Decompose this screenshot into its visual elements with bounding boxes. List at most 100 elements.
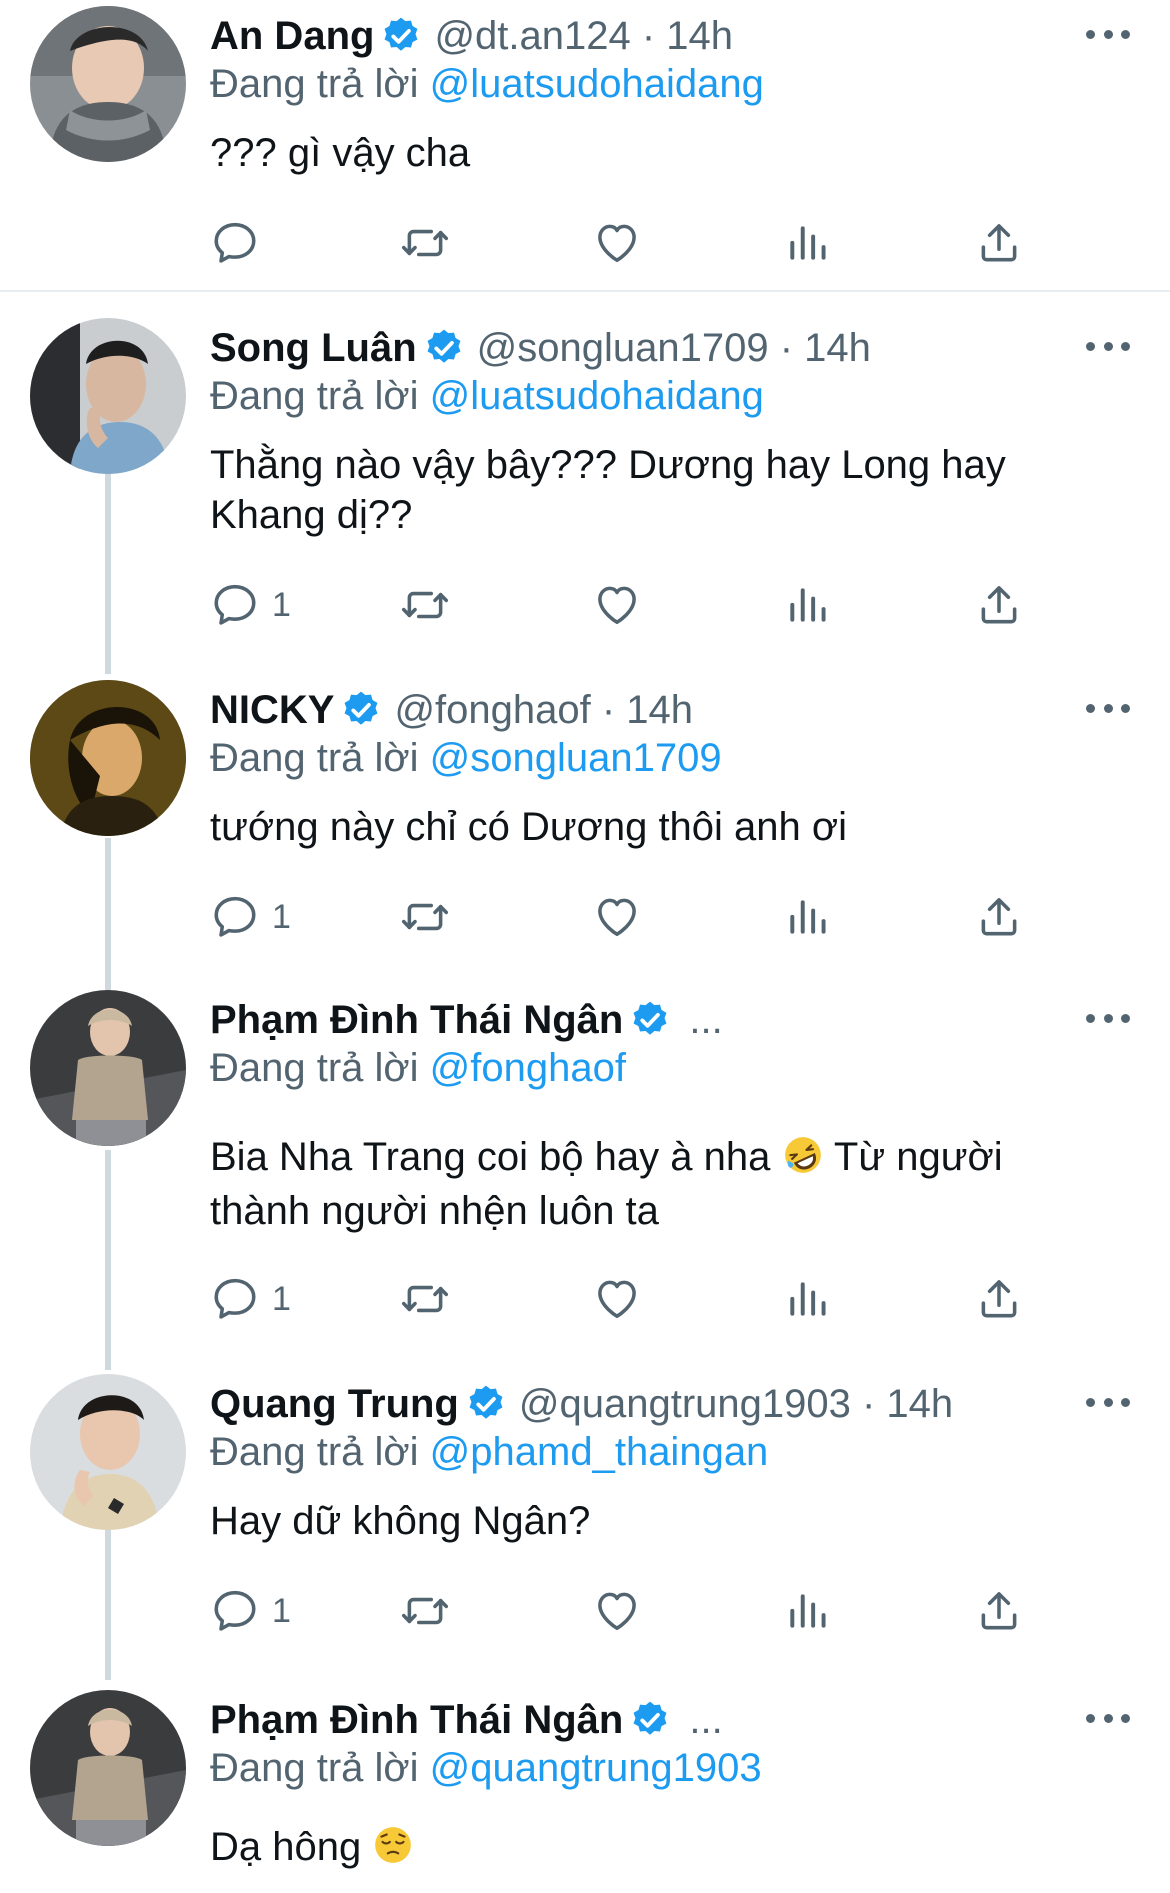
like-button[interactable] — [592, 892, 642, 942]
like-button[interactable] — [592, 218, 642, 268]
tweet-pham-dinh-thai-ngan[interactable]: Phạm Đình Thái Ngân ... Đang trả lời @fo… — [0, 980, 1170, 1350]
heart-icon — [592, 580, 642, 630]
avatar[interactable] — [30, 318, 186, 474]
views-button[interactable] — [782, 892, 832, 942]
more-options-button[interactable] — [1086, 22, 1130, 46]
reply-prefix: Đang trả lời — [210, 1746, 419, 1790]
share-button[interactable] — [974, 1586, 1024, 1636]
reply-count: 1 — [272, 1591, 291, 1630]
reply-to-link[interactable]: @luatsudohaidang — [430, 62, 764, 106]
reply-to-link[interactable]: @songluan1709 — [430, 736, 722, 780]
verified-badge-icon — [629, 999, 671, 1041]
display-name[interactable]: NICKY — [210, 688, 334, 733]
display-name[interactable]: Phạm Đình Thái Ngân — [210, 998, 623, 1043]
reply-to-link[interactable]: @phamd_thaingan — [430, 1430, 769, 1474]
reply-prefix: Đang trả lời — [210, 1430, 419, 1474]
reply-button[interactable]: 1 — [210, 892, 291, 942]
reply-to-link[interactable]: @fonghaof — [430, 1046, 626, 1090]
reply-button[interactable]: 1 — [210, 1274, 291, 1324]
more-dots-icon — [1086, 29, 1095, 39]
display-name[interactable]: Song Luân — [210, 326, 417, 371]
reply-button[interactable] — [210, 218, 272, 268]
more-dots-icon — [1103, 1397, 1113, 1407]
retweet-button[interactable] — [400, 892, 450, 942]
like-button[interactable] — [592, 1586, 642, 1636]
tweet-text-segment: Từ người — [833, 1135, 1003, 1179]
tweet-header: Song Luân @songluan1709 · 14h — [210, 324, 871, 372]
avatar[interactable] — [30, 6, 186, 162]
tweet-an-dang[interactable]: An Dang @dt.an124 · 14h Đang trả lời @lu… — [0, 0, 1170, 290]
verified-badge-icon — [340, 689, 382, 731]
tweet-text-segment: Dạ hông — [210, 1825, 362, 1869]
views-icon — [782, 580, 832, 630]
tweet-actions: 1 — [210, 892, 1030, 942]
more-dots-icon — [1086, 1713, 1095, 1723]
views-button[interactable] — [782, 1586, 832, 1636]
more-dots-icon — [1086, 1397, 1095, 1407]
rolling-on-floor-laughing-emoji — [784, 1137, 821, 1173]
retweet-button[interactable] — [400, 1586, 450, 1636]
handle-and-time[interactable]: @songluan1709 · 14h — [477, 326, 871, 371]
share-button[interactable] — [974, 218, 1024, 268]
avatar[interactable] — [30, 1690, 186, 1846]
tweet-nicky[interactable]: NICKY @fonghaof · 14h Đang trả lời @song… — [0, 670, 1170, 970]
tweet-quang-trung[interactable]: Quang Trung @quangtrung1903 · 14h Đang t… — [0, 1360, 1170, 1670]
more-options-button[interactable] — [1086, 1006, 1130, 1030]
verified-badge-icon — [423, 327, 465, 369]
more-options-button[interactable] — [1086, 1706, 1130, 1730]
share-button[interactable] — [974, 892, 1024, 942]
share-button[interactable] — [974, 1274, 1024, 1324]
display-name[interactable]: Quang Trung — [210, 1382, 459, 1427]
views-button[interactable] — [782, 580, 832, 630]
like-button[interactable] — [592, 580, 642, 630]
retweet-button[interactable] — [400, 1274, 450, 1324]
views-icon — [782, 1586, 832, 1636]
reply-to-link[interactable]: @luatsudohaidang — [430, 374, 764, 418]
reply-icon — [210, 218, 260, 268]
retweet-button[interactable] — [400, 580, 450, 630]
display-name[interactable]: An Dang — [210, 14, 374, 59]
tweet-text-line: Khang dị?? — [210, 493, 413, 537]
tweet-pham-dinh-thai-ngan-2[interactable]: Phạm Đình Thái Ngân ... Đang trả lời @qu… — [0, 1680, 1170, 1893]
reply-count: 1 — [272, 585, 291, 624]
reply-button[interactable]: 1 — [210, 1586, 291, 1636]
more-options-button[interactable] — [1086, 334, 1130, 358]
handle-and-time[interactable]: @fonghaof · 14h — [394, 688, 693, 733]
tweet-text-line: Dạ hông — [210, 1822, 1090, 1872]
truncated-marker: ... — [689, 1697, 723, 1742]
more-options-button[interactable] — [1086, 696, 1130, 720]
handle-and-time[interactable]: @quangtrung1903 · 14h — [519, 1382, 953, 1427]
reply-prefix: Đang trả lời — [210, 1046, 419, 1090]
views-button[interactable] — [782, 218, 832, 268]
tweet-text-segment: Bia Nha Trang coi bộ hay à nha — [210, 1135, 771, 1179]
reply-to-link[interactable]: @quangtrung1903 — [430, 1746, 762, 1790]
replying-to: Đang trả lời @songluan1709 — [210, 736, 722, 781]
more-dots-icon — [1121, 1713, 1130, 1723]
retweet-icon — [400, 892, 450, 942]
reply-prefix: Đang trả lời — [210, 374, 419, 418]
tweet-text: Dạ hông — [210, 1822, 1090, 1872]
share-button[interactable] — [974, 580, 1024, 630]
reply-button[interactable]: 1 — [210, 580, 291, 630]
views-button[interactable] — [782, 1274, 832, 1324]
reply-prefix: Đang trả lời — [210, 736, 419, 780]
tweet-text-line: ??? gì vậy cha — [210, 131, 471, 175]
more-dots-icon — [1121, 341, 1130, 351]
replying-to: Đang trả lời @luatsudohaidang — [210, 62, 764, 107]
reply-count: 1 — [272, 1279, 291, 1318]
retweet-button[interactable] — [400, 218, 450, 268]
verified-badge-icon — [629, 1699, 671, 1741]
avatar[interactable] — [30, 1374, 186, 1530]
tweet-text-line: Hay dữ không Ngân? — [210, 1499, 591, 1543]
like-button[interactable] — [592, 1274, 642, 1324]
more-options-button[interactable] — [1086, 1390, 1130, 1414]
more-dots-icon — [1121, 703, 1130, 713]
avatar[interactable] — [30, 990, 186, 1146]
truncated-marker: ... — [689, 997, 723, 1042]
tweet-song-luan[interactable]: Song Luân @songluan1709 · 14h Đang trả l… — [0, 300, 1170, 660]
handle-and-time[interactable]: @dt.an124 · 14h — [434, 14, 733, 59]
avatar[interactable] — [30, 680, 186, 836]
more-dots-icon — [1121, 1013, 1130, 1023]
replying-to: Đang trả lời @fonghaof — [210, 1046, 626, 1091]
display-name[interactable]: Phạm Đình Thái Ngân — [210, 1698, 623, 1743]
